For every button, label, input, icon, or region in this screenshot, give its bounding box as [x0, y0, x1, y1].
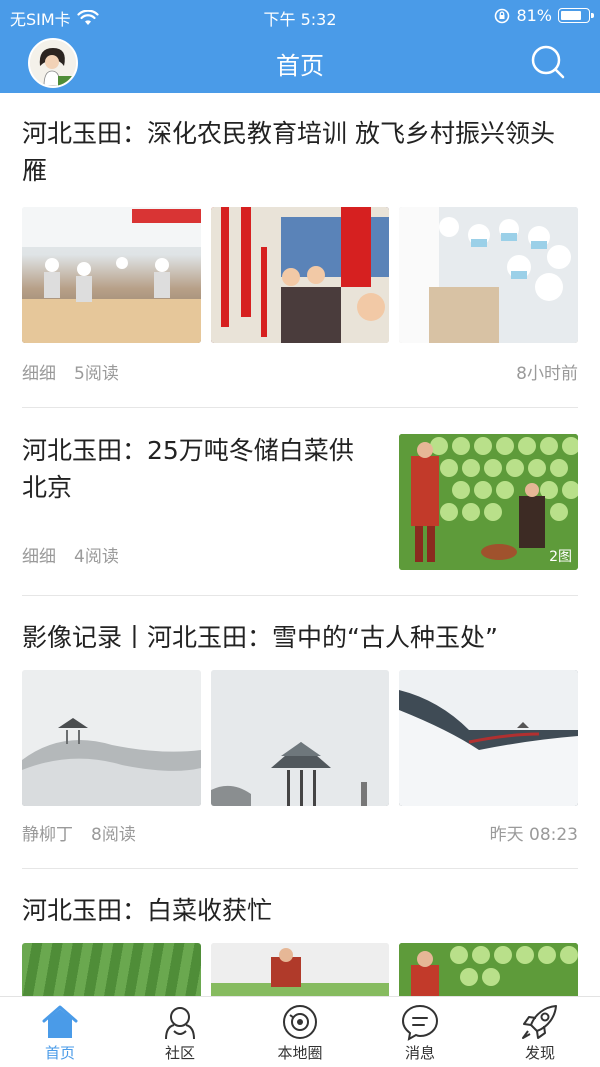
article-meta: 细细 4阅读	[22, 542, 137, 567]
status-bar: 无SIM卡 下午 5:32 81%	[0, 0, 600, 32]
tab-home[interactable]: 首页	[0, 997, 120, 1067]
tab-local-circle[interactable]: 本地圈	[240, 997, 360, 1067]
news-feed[interactable]: 河北玉田：深化农民教育培训 放飞乡村振兴领头雁 细细 5阅读 8小时前 河北玉田…	[0, 93, 600, 996]
article-image[interactable]	[22, 207, 201, 343]
tab-label: 首页	[44, 1044, 75, 1062]
article-card[interactable]: 河北玉田：白菜收获忙	[22, 892, 579, 996]
image-count-badge: 2图	[549, 549, 572, 565]
article-reads: 4阅读	[74, 547, 119, 567]
tab-discover[interactable]: 发现	[480, 997, 600, 1067]
orientation-lock-icon	[495, 8, 510, 23]
tab-messages[interactable]: 消息	[360, 997, 480, 1067]
article-image[interactable]	[22, 943, 201, 996]
article-title[interactable]: 河北玉田：25万吨冬储白菜供北京	[22, 432, 372, 506]
article-reads: 5阅读	[74, 364, 119, 384]
bottom-tab-bar: 首页 社区 本地圈 消息 发现	[0, 996, 600, 1067]
article-meta: 细细 5阅读 8小时前	[22, 359, 578, 384]
article-author: 细细	[22, 547, 56, 567]
tab-community[interactable]: 社区	[120, 997, 240, 1067]
article-author: 细细	[22, 364, 56, 384]
home-icon	[42, 1005, 78, 1038]
tab-label: 发现	[524, 1044, 555, 1062]
article-title[interactable]: 影像记录丨河北玉田：雪中的“古人种玉处”	[22, 619, 578, 656]
divider	[22, 407, 578, 408]
article-author: 静柳丁	[22, 825, 73, 845]
article-card[interactable]: 河北玉田：深化农民教育培训 放飞乡村振兴领头雁 细细 5阅读 8小时前	[22, 115, 579, 384]
article-title[interactable]: 河北玉田：白菜收获忙	[22, 892, 578, 929]
nav-bar: 首页	[0, 32, 600, 93]
article-image[interactable]	[210, 670, 390, 806]
article-image[interactable]: 2图	[399, 434, 578, 570]
tab-label: 社区	[164, 1044, 195, 1062]
article-image[interactable]	[210, 943, 390, 996]
article-card[interactable]: 河北玉田：25万吨冬储白菜供北京 细细 4阅读 2图	[22, 432, 578, 570]
search-icon[interactable]	[530, 44, 566, 80]
article-thumbnails	[22, 207, 579, 343]
app-header: 无SIM卡 下午 5:32 81% 首页	[0, 0, 600, 93]
rocket-icon	[522, 1005, 557, 1039]
article-meta: 静柳丁 8阅读 昨天 08:23	[22, 820, 578, 845]
article-image[interactable]	[210, 207, 390, 343]
tab-label: 本地圈	[277, 1044, 323, 1062]
article-card[interactable]: 影像记录丨河北玉田：雪中的“古人种玉处” 静柳丁 8阅读 昨天 08:23	[22, 619, 579, 845]
divider	[22, 595, 578, 596]
article-image[interactable]	[22, 670, 201, 806]
divider	[22, 868, 578, 869]
article-image[interactable]	[399, 670, 579, 806]
battery-percent: 81%	[516, 6, 552, 25]
article-time: 昨天 08:23	[489, 825, 578, 845]
article-image[interactable]	[399, 207, 579, 343]
local-circle-icon	[283, 1005, 317, 1039]
page-title: 首页	[276, 52, 324, 80]
message-icon	[401, 1004, 439, 1041]
article-reads: 8阅读	[91, 825, 136, 845]
article-thumbnails	[22, 670, 579, 806]
article-time: 8小时前	[516, 364, 578, 384]
article-image[interactable]	[399, 943, 579, 996]
article-title[interactable]: 河北玉田：深化农民教育培训 放飞乡村振兴领头雁	[22, 115, 578, 189]
battery-icon	[558, 8, 594, 23]
tab-label: 消息	[404, 1044, 435, 1062]
article-thumbnails	[22, 943, 579, 996]
community-icon	[165, 1007, 195, 1040]
